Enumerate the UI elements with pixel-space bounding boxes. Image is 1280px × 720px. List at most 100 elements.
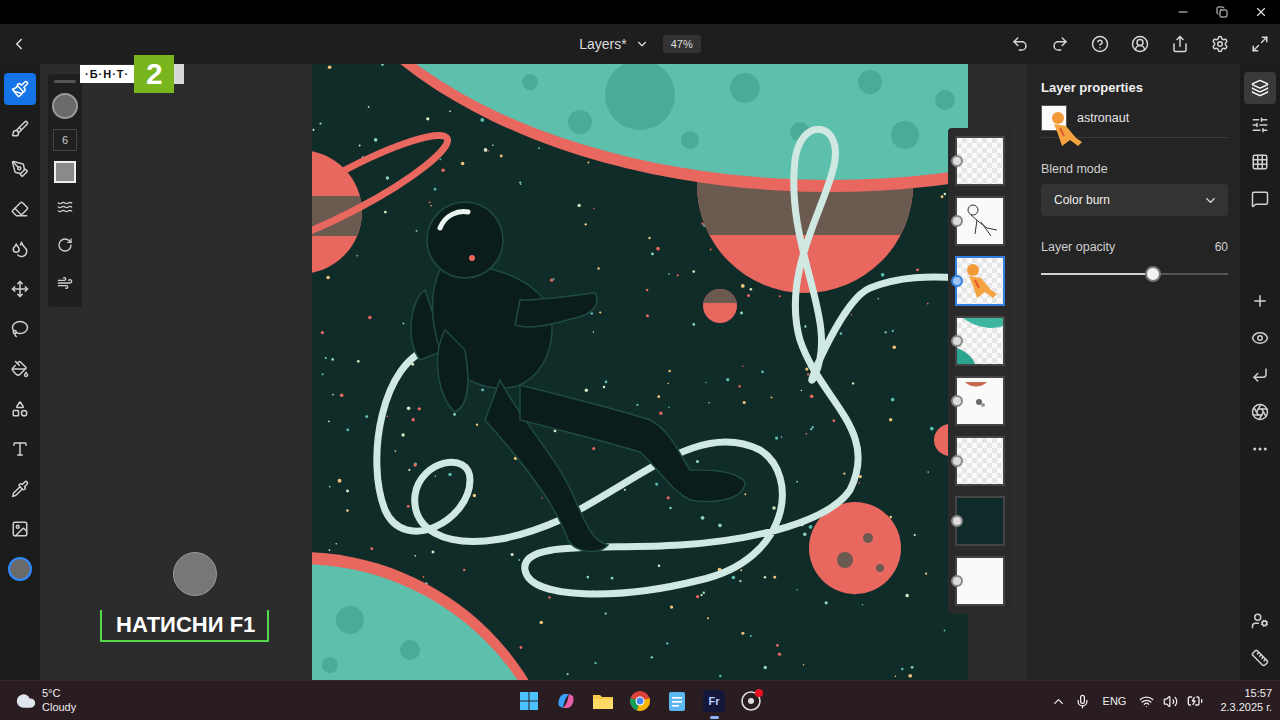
tool-button[interactable] <box>4 473 36 505</box>
brush-settings-button[interactable] <box>51 269 79 297</box>
header-button[interactable] <box>1000 24 1040 64</box>
header-button[interactable] <box>1120 24 1160 64</box>
ruler-icon[interactable] <box>1251 649 1269 667</box>
header-button[interactable] <box>1160 24 1200 64</box>
undo-icon[interactable] <box>1011 35 1029 53</box>
restore-icon[interactable] <box>1216 6 1228 18</box>
help-icon[interactable] <box>1091 35 1109 53</box>
touch-shortcut-puck[interactable] <box>173 552 217 596</box>
lasso-icon[interactable] <box>11 320 29 338</box>
panel-button[interactable] <box>1244 433 1276 465</box>
opacity-slider[interactable] <box>1041 265 1228 283</box>
panel-button[interactable] <box>1244 146 1276 178</box>
input-language[interactable]: ENG <box>1099 695 1131 707</box>
smoothing-button[interactable] <box>51 193 79 221</box>
taskbar-app[interactable] <box>622 681 659 720</box>
color-swatch[interactable] <box>8 557 32 581</box>
header-button[interactable] <box>1200 24 1240 64</box>
panel-button[interactable] <box>1244 396 1276 428</box>
blend-mode-value[interactable]: Color burn <box>1054 193 1110 207</box>
notepad-icon[interactable] <box>668 690 686 712</box>
header-button[interactable] <box>1080 24 1120 64</box>
share-icon[interactable] <box>1171 35 1189 53</box>
account-icon[interactable] <box>1131 35 1149 53</box>
zoom-level[interactable]: 47% <box>663 35 701 53</box>
redo-icon[interactable] <box>1051 35 1069 53</box>
panel-button[interactable] <box>1244 285 1276 317</box>
image-icon[interactable] <box>11 520 29 538</box>
fullscreen-icon[interactable] <box>1251 35 1269 53</box>
minimize-button[interactable] <box>1163 0 1202 24</box>
battery-icon[interactable] <box>1187 693 1203 709</box>
layer-handle[interactable] <box>951 155 963 167</box>
tool-button[interactable] <box>4 313 36 345</box>
layers-icon[interactable] <box>1251 79 1269 97</box>
volume-icon[interactable] <box>1163 694 1178 709</box>
opacity-value[interactable]: 60 <box>1215 240 1228 254</box>
add-layer-icon[interactable] <box>1251 292 1269 310</box>
layer-item[interactable] <box>955 316 1005 366</box>
tool-button[interactable] <box>4 193 36 225</box>
layer-item[interactable] <box>955 136 1005 186</box>
panel-button[interactable] <box>1244 322 1276 354</box>
layer-handle[interactable] <box>951 335 963 347</box>
comments-icon[interactable] <box>1251 190 1269 208</box>
chevron-down-icon[interactable] <box>635 37 649 51</box>
wave-icon[interactable] <box>57 199 73 215</box>
cloud-icon[interactable] <box>16 691 36 711</box>
copilot-icon[interactable] <box>555 690 577 712</box>
fill-icon[interactable] <box>11 360 29 378</box>
layer-handle[interactable] <box>951 275 963 287</box>
header-button[interactable] <box>1040 24 1080 64</box>
brush-size-field[interactable]: 6 <box>53 129 77 151</box>
clock[interactable]: 15:572.3.2025 г. <box>1212 687 1272 715</box>
slider-thumb[interactable] <box>1145 266 1161 282</box>
chevron-up-icon[interactable] <box>1051 694 1066 709</box>
merge-down-icon[interactable] <box>1251 366 1269 384</box>
settings-lines-icon[interactable] <box>57 275 73 291</box>
layer-item[interactable] <box>955 436 1005 486</box>
brush-mode-button[interactable] <box>51 231 79 259</box>
text-icon[interactable] <box>11 440 29 458</box>
smudge-icon[interactable] <box>11 240 29 258</box>
tool-button[interactable] <box>4 113 36 145</box>
tool-button[interactable] <box>4 273 36 305</box>
layer-handle[interactable] <box>951 515 963 527</box>
layer-item[interactable] <box>955 196 1005 246</box>
restore-button[interactable] <box>1202 0 1241 24</box>
tool-button[interactable] <box>4 513 36 545</box>
shapes-icon[interactable] <box>11 400 29 418</box>
panel-button[interactable] <box>1244 183 1276 215</box>
brush-size-preview[interactable] <box>52 93 78 119</box>
live-brush-icon[interactable] <box>11 80 29 98</box>
brush-color-swatch[interactable] <box>54 161 76 183</box>
rotate-icon[interactable] <box>57 237 73 253</box>
pixel-brush-icon[interactable] <box>11 120 29 138</box>
panel-button[interactable] <box>1244 642 1276 674</box>
wifi-icon[interactable] <box>1139 694 1154 709</box>
panel-button[interactable] <box>1244 359 1276 391</box>
taskbar-app[interactable] <box>548 681 585 720</box>
layer-handle[interactable] <box>951 215 963 227</box>
layer-item[interactable] <box>955 376 1005 426</box>
windows-icon[interactable] <box>519 691 539 711</box>
properties-icon[interactable] <box>1251 116 1269 134</box>
chrome-icon[interactable] <box>629 690 651 712</box>
taskbar-app[interactable] <box>585 681 622 720</box>
taskbar-app[interactable] <box>659 681 696 720</box>
tool-button[interactable] <box>4 153 36 185</box>
back-icon[interactable] <box>10 35 28 53</box>
panel-button[interactable] <box>1244 109 1276 141</box>
tool-button[interactable] <box>4 393 36 425</box>
close-icon[interactable] <box>1254 5 1268 19</box>
taskbar-app[interactable] <box>511 681 548 720</box>
layer-name[interactable]: astronaut <box>1077 111 1129 125</box>
layer-item[interactable] <box>955 556 1005 606</box>
grid-icon[interactable] <box>1251 153 1269 171</box>
minimize-icon[interactable] <box>1176 5 1190 19</box>
invite-icon[interactable] <box>1251 612 1269 630</box>
layer-handle[interactable] <box>951 395 963 407</box>
layer-handle[interactable] <box>951 455 963 467</box>
taskbar-app[interactable]: Fr <box>696 681 733 720</box>
panel-grip[interactable] <box>54 80 76 83</box>
